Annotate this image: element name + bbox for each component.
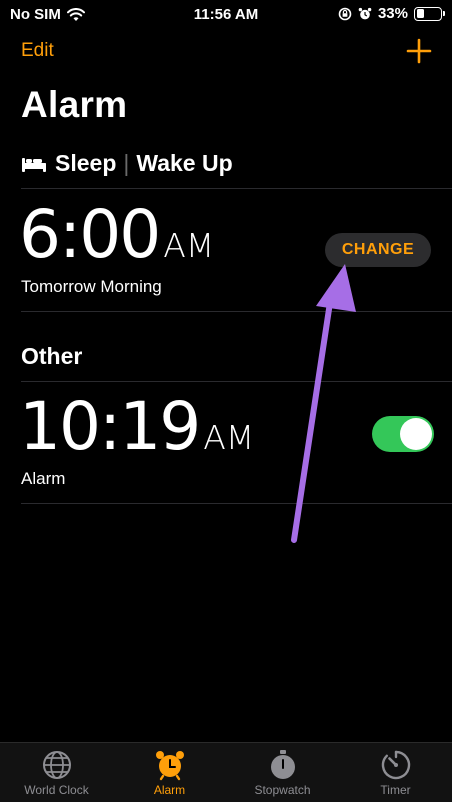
wake-up-label: Wake Up	[136, 150, 233, 176]
globe-icon	[42, 751, 71, 779]
battery-percent: 33%	[377, 5, 408, 22]
alarm-row-time[interactable]: 10:19 AM	[19, 388, 254, 465]
alarm-clock-icon	[358, 7, 372, 19]
divider	[21, 311, 452, 312]
status-bar: No SIM 11:56 AM 33%	[0, 0, 452, 30]
alarm-time-digits: 10:19	[19, 388, 201, 465]
sleep-header: Sleep | Wake Up	[21, 150, 233, 177]
tab-alarm[interactable]: Alarm	[113, 743, 226, 802]
timer-icon	[381, 750, 410, 780]
section-title-other: Other	[21, 343, 83, 369]
tab-world-clock[interactable]: World Clock	[0, 743, 113, 802]
divider	[21, 188, 452, 189]
divider	[21, 503, 452, 504]
tab-label: Stopwatch	[254, 783, 311, 797]
status-right: 33%	[338, 5, 445, 22]
divider	[21, 381, 452, 382]
tab-label: Alarm	[153, 783, 186, 797]
alarm-row-label: Alarm	[21, 469, 66, 488]
sleep-alarm-time[interactable]: 6:00 AM	[19, 196, 214, 273]
alarm-toggle[interactable]	[372, 416, 434, 452]
tab-stopwatch[interactable]: Stopwatch	[226, 743, 339, 802]
alarm-time-ampm: AM	[203, 418, 255, 457]
rotation-lock-icon	[338, 7, 352, 20]
edit-button[interactable]: Edit	[21, 40, 54, 62]
tab-label: Timer	[380, 783, 411, 797]
alarm-clock-icon	[155, 751, 184, 781]
tab-timer[interactable]: Timer	[339, 743, 452, 802]
sleep-label: Sleep	[55, 150, 117, 176]
tab-label: World Clock	[24, 783, 89, 797]
plus-icon[interactable]	[406, 38, 432, 64]
change-button[interactable]: CHANGE	[325, 233, 431, 267]
alarm-time-digits: 6:00	[19, 196, 161, 273]
sleep-alarm-label: Tomorrow Morning	[21, 277, 162, 296]
stopwatch-icon	[270, 750, 295, 779]
battery-icon	[414, 6, 445, 21]
tab-bar: World Clock Alarm Stopwatch Timer	[0, 742, 452, 802]
page-title: Alarm	[21, 84, 128, 125]
battery-fill	[416, 9, 425, 18]
alarm-time-ampm: AM	[163, 226, 215, 265]
toggle-knob	[400, 418, 432, 450]
separator: |	[123, 150, 130, 176]
bed-icon	[22, 157, 46, 172]
